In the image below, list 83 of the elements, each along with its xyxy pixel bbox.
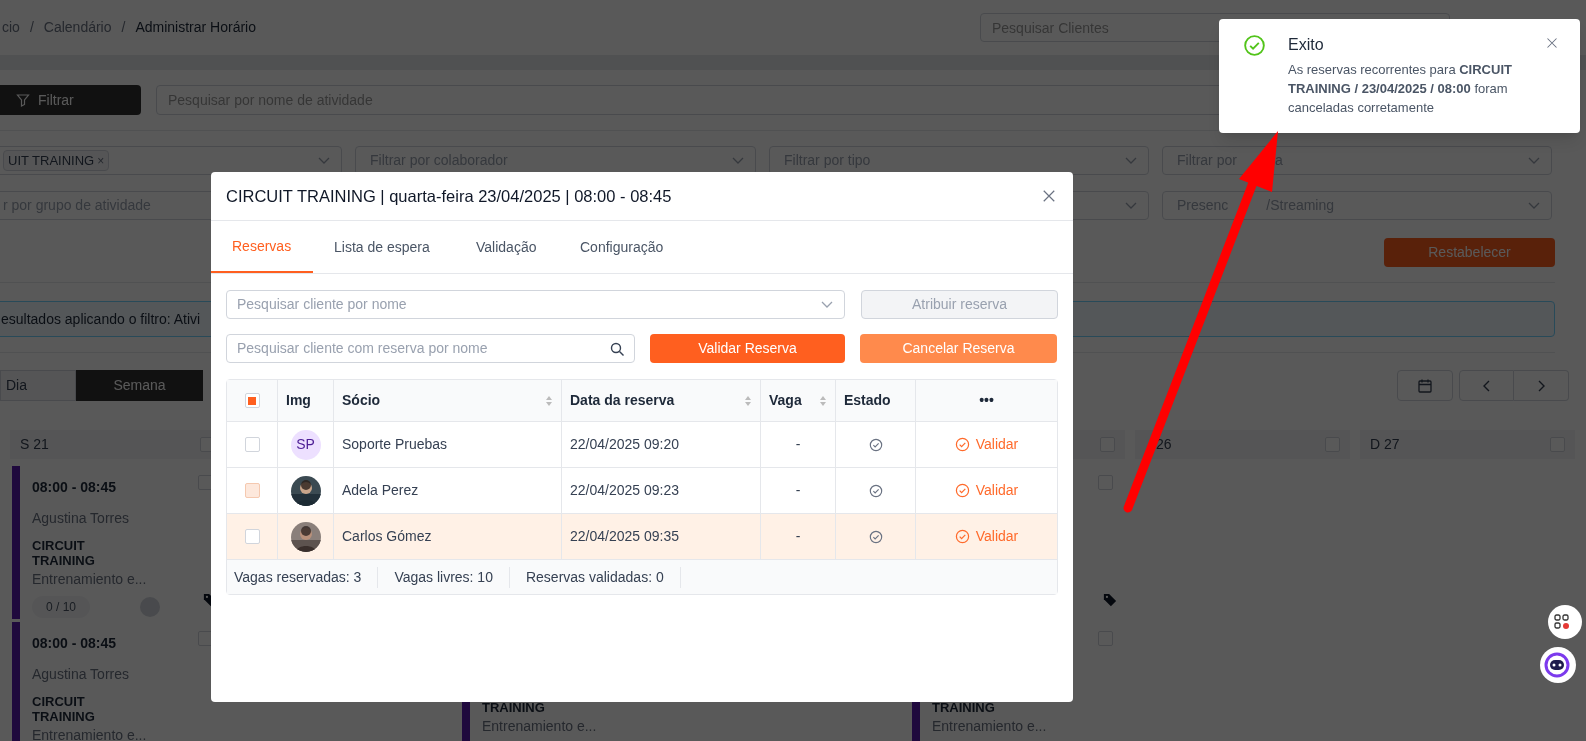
validate-link[interactable]: Validar [954, 526, 1019, 547]
more-button[interactable]: ••• [979, 390, 994, 411]
tab[interactable]: Configuração [559, 221, 689, 273]
validate-button[interactable]: Validar Reserva [650, 334, 845, 363]
search-icon [610, 341, 624, 356]
tab[interactable]: Lista de espera [313, 221, 455, 273]
calendar-icon [1417, 377, 1433, 394]
select-all-checkbox[interactable] [244, 393, 260, 408]
robot-icon [1544, 652, 1570, 678]
table-row[interactable]: Adela Perez 22/04/2025 09:23 - Validar [227, 468, 1057, 514]
event-title: CIRCUIT TRAINING [32, 694, 96, 724]
placeholder-text: Pesquisar cliente com reserva por nome [237, 339, 489, 358]
column-header: Data da reserva [570, 391, 675, 410]
filter-icon [16, 93, 30, 107]
next-button[interactable] [1514, 370, 1569, 401]
check-circle-icon [954, 529, 970, 544]
booking-date: 22/04/2025 09:20 [570, 435, 679, 454]
validate-link[interactable]: Validar [954, 434, 1019, 455]
tag-icon [1103, 593, 1117, 607]
validate-link[interactable]: Validar [954, 480, 1019, 501]
checkbox[interactable] [244, 529, 260, 544]
event-time: 08:00 - 08:45 [32, 635, 117, 651]
floating-button[interactable] [1540, 647, 1576, 683]
tab[interactable]: Validação [455, 221, 559, 273]
cancel-button[interactable]: Cancelar Reserva [860, 334, 1057, 363]
close-icon [1042, 189, 1056, 203]
avatar: SP [290, 429, 321, 460]
day-label: D 27 [1370, 435, 1400, 454]
event-title: TRAINING [482, 699, 546, 715]
column-header: Vaga [769, 391, 802, 410]
apps-icon [1554, 614, 1570, 630]
tag-label: UIT TRAINING [8, 151, 95, 170]
check-circle-icon [954, 483, 970, 498]
member-name: Adela Perez [342, 481, 419, 500]
view-tab[interactable]: Dia [0, 370, 76, 401]
column-header: Estado [844, 391, 891, 410]
member-name: Carlos Gómez [342, 527, 432, 546]
column-header: Img [286, 391, 311, 410]
remove-tag-button[interactable]: × [97, 151, 105, 170]
table-row[interactable]: Carlos Gómez 22/04/2025 09:35 - Validar [227, 514, 1057, 560]
reset-button[interactable]: Restabelecer [1384, 238, 1555, 267]
check-circle-icon [954, 437, 970, 452]
check-circle-icon [868, 529, 883, 544]
sort-icon[interactable] [819, 394, 827, 407]
spot-value: - [795, 527, 801, 546]
checkbox[interactable] [244, 437, 260, 452]
column-header: Sócio [342, 391, 381, 410]
check-circle-icon [1243, 34, 1266, 57]
modal-title: CIRCUIT TRAINING | quarta-feira 23/04/2025 | 08:00 - 08:45 [226, 185, 672, 207]
calendar-button[interactable] [1397, 370, 1453, 401]
sort-icon[interactable] [744, 394, 752, 407]
check-circle-icon [868, 483, 883, 498]
capacity-pill: 0 / 10 [32, 596, 91, 618]
event-title: TRAINING [932, 699, 996, 715]
breadcrumb-separator: / [121, 18, 126, 37]
sort-icon[interactable] [545, 394, 553, 407]
table-row[interactable]: SP Soporte Pruebas 22/04/2025 09:20 - Validar [227, 422, 1057, 468]
event-title: CIRCUIT TRAINING [32, 538, 96, 568]
booking-date: 22/04/2025 09:23 [570, 481, 679, 500]
checkbox[interactable] [244, 483, 260, 498]
view-tab[interactable]: Semana [76, 370, 203, 401]
search-field[interactable]: Pesquisar cliente com reserva por nome [226, 334, 635, 363]
floating-button[interactable] [1548, 605, 1582, 639]
spot-value: - [795, 481, 801, 500]
previous-button[interactable] [1459, 370, 1514, 401]
placeholder-text: Pesquisar cliente por nome [237, 295, 408, 314]
day-label: S 21 [20, 435, 49, 454]
member-name: Soporte Pruebas [342, 435, 448, 454]
dropdown-field[interactable]: UIT TRAINING × [0, 146, 342, 175]
summary-text: Vagas reservadas: 3 [234, 566, 379, 588]
summary-text: Vagas livres: 10 [378, 566, 510, 588]
summary-text: Reservas validadas: 0 [509, 566, 681, 588]
tab[interactable]: Reservas [211, 221, 313, 273]
breadcrumb-separator: / [29, 18, 34, 37]
check-circle-icon [868, 437, 883, 452]
close-button[interactable] [1546, 36, 1560, 50]
event-time: 08:00 - 08:45 [32, 479, 117, 495]
spot-value: - [795, 435, 801, 454]
filter-button[interactable]: Filtrar [0, 85, 141, 115]
dropdown-field[interactable]: Pesquisar cliente por nome [226, 290, 845, 319]
booking-date: 22/04/2025 09:35 [570, 527, 679, 546]
close-icon [1546, 37, 1558, 49]
banner-text: esultados aplicando o filtro: Ativi [1, 309, 201, 329]
